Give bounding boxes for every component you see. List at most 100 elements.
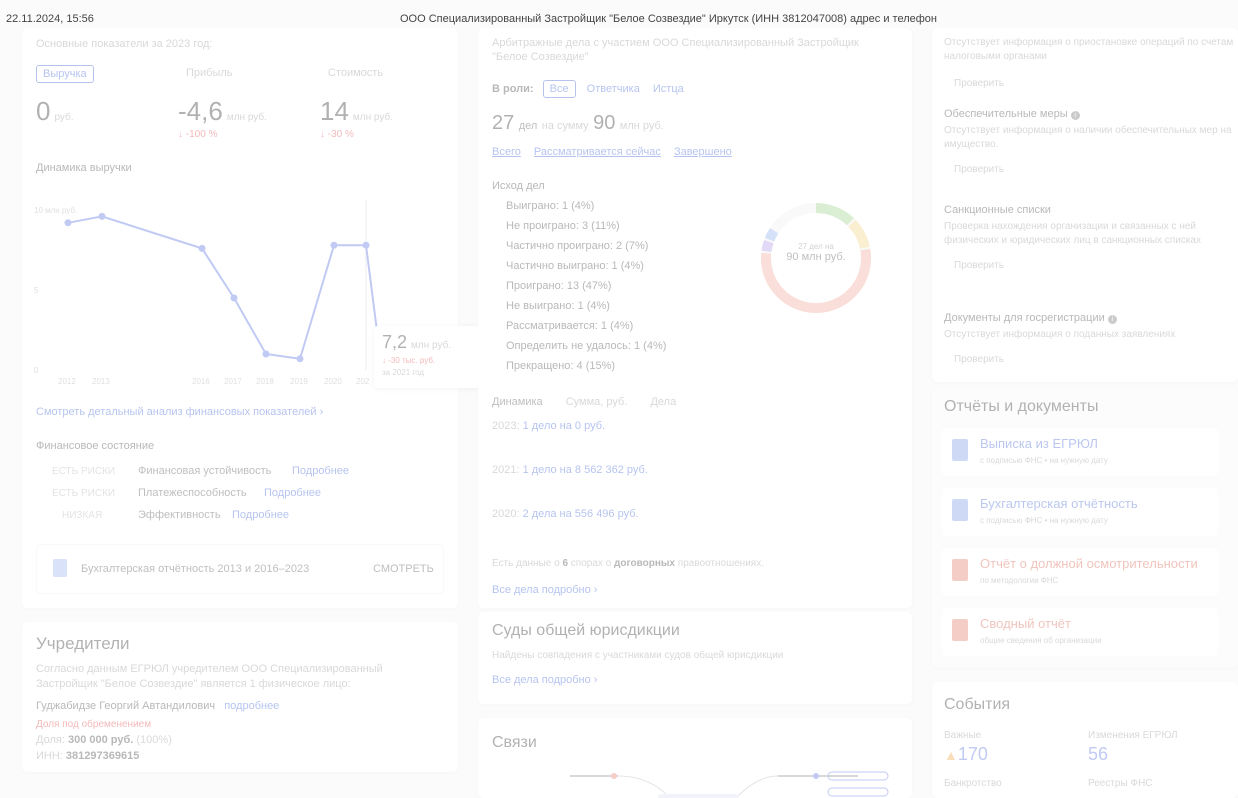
role-all[interactable]: Все [542, 80, 576, 98]
profit-value: -4,6 млн руб. ↓ -100 % [178, 96, 267, 140]
outcome-item: Прекращено: 4 (15%) [506, 360, 616, 372]
outcome-item: Частично выиграно: 1 (4%) [506, 260, 644, 272]
reports-card: Отчёты и документы Выписка из ЕГРЮЛ с по… [932, 388, 1238, 668]
risk-badge: ЕСТЬ РИСКИ [52, 466, 116, 477]
profit-change: ↓ -100 % [178, 129, 218, 140]
x-tick-label: 2017 [224, 377, 242, 386]
tab-sum[interactable]: Сумма, руб. [566, 396, 628, 408]
fin-state-title: Финансовое состояние [36, 440, 155, 452]
revenue-point[interactable] [262, 350, 270, 358]
links-title: Связи [492, 734, 537, 751]
founders-title: Учредители [36, 634, 130, 653]
graph-edge [737, 775, 779, 797]
state-more-link[interactable]: Подробнее [292, 465, 349, 477]
check-button[interactable]: Проверить [954, 164, 1234, 175]
founder-more-link[interactable]: подробнее [224, 700, 279, 712]
founders-card: Учредители Согласно данным ЕГРЮЛ учредит… [22, 622, 458, 772]
state-more-link[interactable]: Подробнее [264, 487, 321, 499]
view-report-button[interactable]: СМОТРЕТЬ [373, 563, 434, 575]
state-name: Финансовая устойчивость [138, 465, 272, 477]
check-button[interactable]: Проверить [954, 354, 1234, 365]
dyn-row: 2023: 1 дело на 0 руб. [492, 420, 606, 432]
x-tick-label: 2013 [92, 377, 110, 386]
finance-tabs: Выручка Прибыль Стоимость [36, 64, 456, 83]
document-icon [952, 439, 968, 461]
check-button[interactable]: Проверить [954, 260, 1234, 271]
important-events[interactable]: ▲170 [944, 744, 988, 765]
report-summary[interactable]: Сводный отчёт общие сведения об организа… [942, 608, 1218, 656]
outcome-item: Проиграно: 13 (47%) [506, 280, 612, 292]
dyn-row: 2020: 2 дела на 556 496 руб. [492, 508, 639, 520]
tab-cases[interactable]: Дела [650, 396, 676, 408]
encumbrance-note: Доля под обременением [36, 719, 152, 730]
role-defendant[interactable]: Ответчика [587, 83, 640, 95]
x-tick-label: 2019 [290, 377, 308, 386]
risk-badge: ЕСТЬ РИСКИ [52, 488, 116, 499]
dynamics-title: Динамика выручки [36, 162, 132, 174]
state-more-link[interactable]: Подробнее [232, 509, 289, 521]
tooltip-period: за 2021 год [382, 368, 425, 377]
outcome-item: Рассматривается: 1 (4%) [506, 320, 634, 332]
report-due-diligence[interactable]: Отчёт о должной осмотрительности по мето… [942, 548, 1218, 596]
cost-change: ↓ -30 % [320, 129, 354, 140]
graph-node[interactable] [658, 794, 738, 798]
graph-node[interactable] [813, 773, 819, 779]
revenue-point[interactable] [330, 241, 338, 249]
revenue-point[interactable] [198, 244, 206, 252]
events-card: События Важные ▲170 Изменения ЕГРЮЛ 56 Б… [932, 682, 1238, 798]
outcome-item: Выиграно: 1 (4%) [506, 200, 595, 212]
accounting-report-row[interactable]: Бухгалтерская отчётность 2013 и 2016–202… [36, 544, 444, 594]
revenue-point[interactable] [230, 294, 238, 302]
tab-profit[interactable]: Прибыль [186, 67, 233, 79]
report-egrul-extract[interactable]: Выписка из ЕГРЮЛ с подписью ФНС • на нуж… [942, 428, 1218, 476]
fin-state-row: НИЗКАЯ Эффективность Подробнее [36, 506, 436, 528]
check-item-registration-docs: Документы для госрегистрации i Отсутству… [944, 312, 1234, 365]
founder-row: Гуджабидзе Георгий Автандилович подробне… [36, 700, 279, 712]
filter-pending[interactable]: Рассматривается сейчас [534, 146, 661, 158]
state-name: Эффективность [138, 509, 221, 521]
outcome-title: Исход дел [492, 180, 545, 192]
report-accounting[interactable]: Бухгалтерская отчётность с подписью ФНС … [942, 488, 1218, 536]
info-icon[interactable]: i [1070, 111, 1080, 120]
founder-name[interactable]: Гуджабидзе Георгий Автандилович [36, 700, 215, 712]
graph-node[interactable] [611, 773, 617, 779]
fin-state-list: ЕСТЬ РИСКИ Финансовая устойчивость Подро… [36, 462, 436, 528]
finance-subtitle: Основные показатели за 2023 год: [36, 38, 213, 50]
info-icon[interactable]: i [1107, 315, 1117, 324]
all-arbitration-cases-link[interactable]: Все дела подробно › [492, 584, 597, 596]
chart-tooltip: 7,2 млн руб. ↓ -30 тыс. руб. за 2021 год [374, 326, 486, 388]
fin-state-row: ЕСТЬ РИСКИ Платежеспособность Подробнее [36, 484, 436, 506]
graph-node[interactable] [827, 787, 889, 797]
outcome-item: Определить не удалось: 1 (4%) [506, 340, 667, 352]
revenue-point[interactable] [64, 219, 72, 227]
tab-dynamics[interactable]: Динамика [492, 396, 543, 408]
x-tick-label: 2018 [256, 377, 274, 386]
check-button[interactable]: Проверить [954, 78, 1004, 89]
fin-state-row: ЕСТЬ РИСКИ Финансовая устойчивость Подро… [36, 462, 436, 484]
y-tick-label: 5 [34, 286, 39, 295]
finance-card: Основные показатели за 2023 год: Выручка… [22, 28, 486, 608]
all-general-cases-link[interactable]: Все дела подробно › [492, 674, 597, 686]
revenue-point[interactable] [296, 355, 304, 363]
detail-analysis-link[interactable]: Смотреть детальный анализ финансовых пок… [36, 406, 323, 418]
check-item-sanctions: Санкционные списки Проверка нахождения о… [944, 204, 1234, 271]
revenue-series-line [67, 215, 383, 371]
tab-cost[interactable]: Стоимость [328, 67, 383, 79]
donut-center: 27 дел на 90 млн руб. [786, 242, 846, 263]
filter-completed[interactable]: Завершено [674, 146, 732, 158]
revenue-point[interactable] [98, 212, 106, 220]
dyn-row: 2021: 1 дело на 8 562 362 руб. [492, 464, 648, 476]
tab-revenue[interactable]: Выручка [36, 65, 94, 83]
check-item-title: Документы для госрегистрации i [944, 312, 1234, 324]
check-item-title: Обеспечительные меры i [944, 108, 1234, 120]
check-item-text: Проверка нахождения организации и связан… [944, 221, 1201, 246]
role-plaintiff[interactable]: Истца [653, 83, 684, 95]
links-graph [570, 771, 889, 798]
revenue-point[interactable] [362, 241, 370, 249]
y-tick-label: 0 [34, 366, 39, 375]
accounting-report-label: Бухгалтерская отчётность 2013 и 2016–202… [81, 563, 310, 575]
egrul-changes-value[interactable]: 56 [1088, 744, 1108, 765]
filter-all[interactable]: Всего [492, 146, 521, 158]
check-item-title: Санкционные списки [944, 204, 1051, 216]
general-courts-card: Суды общей юрисдикции Найдены совпадения… [478, 612, 912, 704]
